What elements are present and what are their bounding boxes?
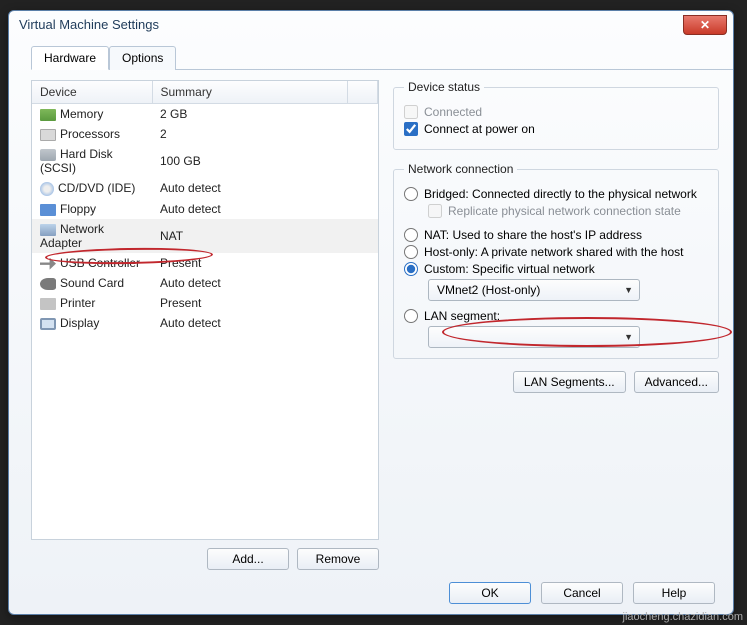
close-icon: ✕ (700, 18, 710, 32)
device-name: Floppy (60, 202, 96, 216)
tab-options[interactable]: Options (109, 46, 176, 70)
device-list-panel: Device Summary Memory 2 GB Processors 2Hard… (31, 80, 379, 570)
device-buttons: Add... Remove (31, 548, 379, 570)
table-row[interactable]: CD/DVD (IDE) Auto detect (32, 178, 378, 199)
lan-segments-button[interactable]: LAN Segments... (513, 371, 626, 393)
device-icon (40, 129, 56, 141)
bridged-radio-row[interactable]: Bridged: Connected directly to the physi… (404, 187, 708, 201)
nat-radio-row[interactable]: NAT: Used to share the host's IP address (404, 228, 708, 242)
bridged-radio[interactable] (404, 187, 418, 201)
replicate-checkbox-row[interactable]: Replicate physical network connection st… (428, 204, 708, 218)
settings-window: Virtual Machine Settings ✕ Hardware Opti… (8, 10, 734, 615)
add-button[interactable]: Add... (207, 548, 289, 570)
connect-power-on-label: Connect at power on (424, 122, 535, 136)
device-icon (40, 298, 56, 310)
close-button[interactable]: ✕ (683, 15, 727, 35)
replicate-label: Replicate physical network connection st… (448, 204, 681, 218)
table-row[interactable]: USB Controller Present (32, 253, 378, 273)
tab-hardware[interactable]: Hardware (31, 46, 109, 70)
lan-segment-radio-row[interactable]: LAN segment: (404, 309, 708, 323)
device-summary: Auto detect (152, 199, 348, 219)
ok-button[interactable]: OK (449, 582, 531, 604)
table-row[interactable]: Floppy Auto detect (32, 199, 378, 219)
device-icon (40, 318, 56, 330)
watermark-text: jiaocheng.chazidian.com (623, 611, 743, 623)
advanced-button[interactable]: Advanced... (634, 371, 719, 393)
device-icon (40, 258, 56, 270)
bridged-label: Bridged: Connected directly to the physi… (424, 187, 697, 201)
host-only-radio[interactable] (404, 245, 418, 259)
device-icon (40, 278, 56, 290)
table-row[interactable]: Hard Disk (SCSI)100 GB (32, 144, 378, 178)
remove-button[interactable]: Remove (297, 548, 379, 570)
custom-radio[interactable] (404, 262, 418, 276)
host-only-label: Host-only: A private network shared with… (424, 245, 683, 259)
column-header-summary[interactable]: Summary (152, 81, 348, 104)
lan-segment-radio[interactable] (404, 309, 418, 323)
connect-power-on-row[interactable]: Connect at power on (404, 122, 708, 136)
device-summary: 2 GB (152, 104, 348, 125)
nat-radio[interactable] (404, 228, 418, 242)
device-name: Printer (60, 296, 95, 310)
cancel-button[interactable]: Cancel (541, 582, 623, 604)
connect-power-on-checkbox[interactable] (404, 122, 418, 136)
table-row[interactable]: Memory 2 GB (32, 104, 378, 125)
lan-segment-label: LAN segment: (424, 309, 500, 323)
device-icon (40, 204, 56, 216)
device-name: Display (60, 316, 99, 330)
device-icon (40, 182, 54, 196)
host-only-radio-row[interactable]: Host-only: A private network shared with… (404, 245, 708, 259)
device-status-group: Device status Connected Connect at power… (393, 80, 719, 150)
device-detail-panel: Device status Connected Connect at power… (393, 80, 719, 570)
connected-label: Connected (424, 105, 482, 119)
lan-segment-select[interactable] (428, 326, 640, 348)
network-connection-legend: Network connection (404, 162, 517, 176)
table-row[interactable]: Processors 2 (32, 124, 378, 144)
column-header-empty[interactable] (348, 81, 378, 104)
device-summary: Auto detect (152, 178, 348, 199)
device-summary: 100 GB (152, 144, 348, 178)
table-row[interactable]: Printer Present (32, 293, 378, 313)
connected-checkbox[interactable] (404, 105, 418, 119)
device-summary: NAT (152, 219, 348, 253)
device-summary: Auto detect (152, 313, 348, 333)
device-icon (40, 109, 56, 121)
network-connection-group: Network connection Bridged: Connected di… (393, 162, 719, 359)
device-summary: 2 (152, 124, 348, 144)
nat-label: NAT: Used to share the host's IP address (424, 228, 642, 242)
table-row[interactable]: Sound Card Auto detect (32, 273, 378, 293)
window-title: Virtual Machine Settings (19, 17, 159, 32)
replicate-checkbox[interactable] (428, 204, 442, 218)
table-row[interactable]: Display Auto detect (32, 313, 378, 333)
device-summary: Present (152, 293, 348, 313)
device-name: CD/DVD (IDE) (58, 181, 135, 195)
custom-label: Custom: Specific virtual network (424, 262, 595, 276)
device-table: Device Summary Memory 2 GB Processors 2Hard… (31, 80, 379, 540)
device-icon (40, 224, 56, 236)
custom-network-value: VMnet2 (Host-only) (437, 283, 540, 297)
device-summary: Present (152, 253, 348, 273)
network-buttons: LAN Segments... Advanced... (393, 371, 719, 393)
help-button[interactable]: Help (633, 582, 715, 604)
device-icon (40, 149, 56, 161)
device-status-legend: Device status (404, 80, 484, 94)
device-name: Processors (60, 127, 120, 141)
device-name: Sound Card (60, 276, 124, 290)
tab-bar: Hardware Options (31, 45, 733, 70)
device-name: USB Controller (60, 256, 140, 270)
content-area: Device Summary Memory 2 GB Processors 2Hard… (9, 70, 733, 582)
table-row[interactable]: Network AdapterNAT (32, 219, 378, 253)
device-summary: Auto detect (152, 273, 348, 293)
custom-network-select[interactable]: VMnet2 (Host-only) (428, 279, 640, 301)
column-header-device[interactable]: Device (32, 81, 152, 104)
device-name: Memory (60, 107, 103, 121)
custom-radio-row[interactable]: Custom: Specific virtual network (404, 262, 708, 276)
title-bar: Virtual Machine Settings ✕ (9, 11, 733, 41)
connected-checkbox-row[interactable]: Connected (404, 105, 708, 119)
